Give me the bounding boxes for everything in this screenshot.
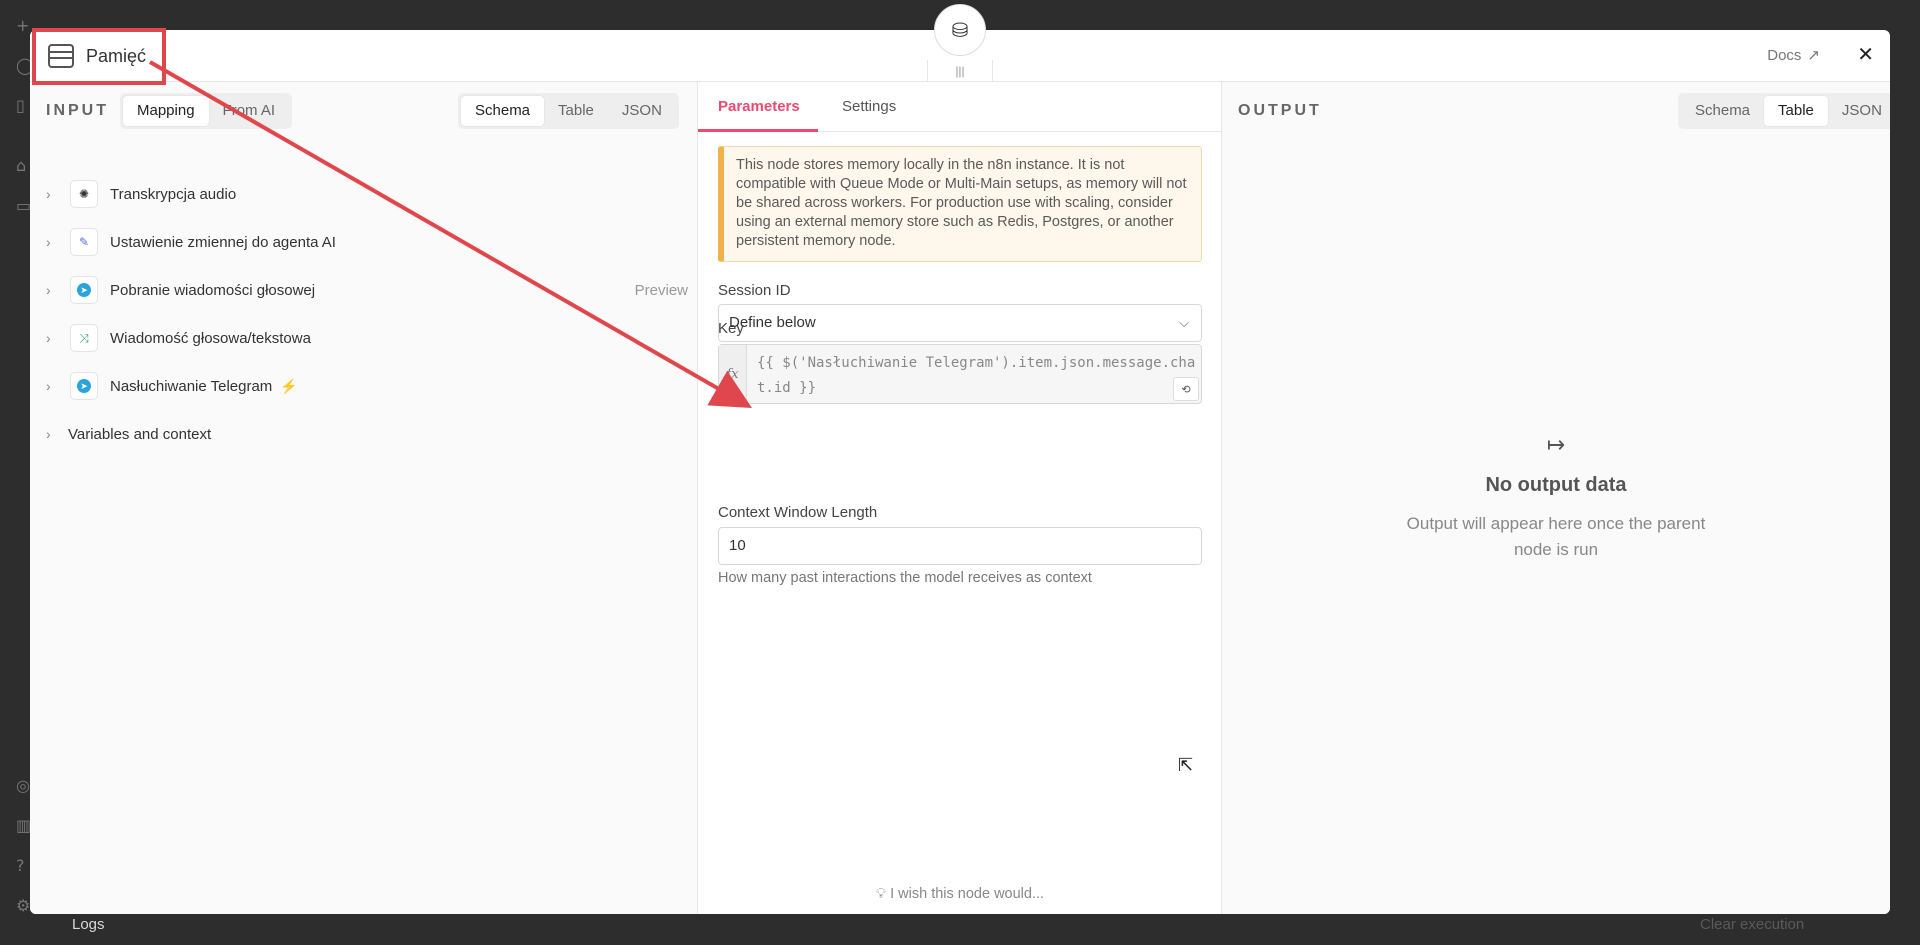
- edit-icon: ✎: [70, 228, 98, 256]
- chevron-right-icon[interactable]: ›: [46, 234, 51, 250]
- session-id-label: Session ID: [718, 282, 791, 299]
- input-schema-tab[interactable]: Schema: [461, 96, 545, 126]
- tree-row[interactable]: › ➤ Nasłuchiwanie Telegram ⚡: [30, 362, 698, 410]
- active-tab-indicator: [698, 129, 818, 132]
- output-panel: OUTPUT Schema Table JSON ↦ No output dat…: [1222, 82, 1890, 914]
- openai-icon: ✺: [70, 180, 98, 208]
- memory-node-icon: ⛁: [934, 4, 986, 56]
- node-label: Pobranie wiadomości głosowej: [110, 281, 316, 299]
- node-label: Transkrypcja audio: [110, 185, 237, 203]
- output-label: OUTPUT: [1238, 102, 1322, 119]
- trigger-bolt-icon: ⚡: [280, 377, 298, 394]
- empty-output: ↦ No output data Output will appear here…: [1222, 432, 1890, 563]
- key-expression-value[interactable]: {{ $('Nasłuchiwanie Telegram').item.json…: [757, 351, 1197, 401]
- node-label: Wiadomość głosowa/tekstowa: [110, 329, 311, 347]
- logs-label[interactable]: Logs: [72, 916, 105, 933]
- params-tabs: Parameters Settings: [698, 82, 1222, 132]
- output-json-tab[interactable]: JSON: [1828, 96, 1890, 126]
- context-window-hint: How many past interactions the model rec…: [718, 570, 1092, 586]
- tree-row[interactable]: › ➤ Pobranie wiadomości głosowej Preview: [30, 266, 698, 314]
- context-window-label: Context Window Length: [718, 504, 878, 521]
- expand-icon[interactable]: ⟲: [1173, 377, 1199, 401]
- switch-icon: ⤨: [70, 324, 98, 352]
- empty-output-subtitle: Output will appear here once the parent …: [1406, 514, 1706, 559]
- telegram-icon: ➤: [70, 276, 98, 304]
- tree-row[interactable]: › ✺ Transkrypcja audio: [30, 170, 698, 218]
- mouse-cursor-icon: ⇱: [1178, 755, 1194, 775]
- input-table-tab[interactable]: Table: [544, 96, 608, 126]
- chevron-right-icon[interactable]: ›: [46, 378, 51, 394]
- key-expression-field[interactable]: fx {{ $('Nasłuchiwanie Telegram').item.j…: [718, 344, 1202, 404]
- chevron-right-icon[interactable]: ›: [46, 186, 51, 202]
- annotation-highlight-box: [32, 28, 166, 85]
- node-label: Nasłuchiwanie Telegram ⚡: [110, 377, 298, 395]
- chevron-right-icon[interactable]: ›: [46, 282, 51, 298]
- from-ai-tab[interactable]: From AI: [209, 96, 290, 126]
- input-node-tree: › ✺ Transkrypcja audio › ✎ Ustawienie zm…: [30, 170, 698, 458]
- preview-label[interactable]: Preview: [635, 282, 688, 299]
- external-link-icon: ↗: [1807, 47, 1820, 64]
- key-label: Key: [718, 320, 744, 337]
- tree-row[interactable]: › ⤨ Wiadomość głosowa/tekstowa: [30, 314, 698, 362]
- wish-text[interactable]: I wish this node would...: [890, 886, 1044, 902]
- feedback-link[interactable]: 💡︎ I wish this node would...: [698, 886, 1222, 902]
- logs-bar: [0, 912, 1920, 945]
- output-schema-tab[interactable]: Schema: [1681, 96, 1764, 126]
- input-panel: INPUT Mapping From AI Schema Table JSON …: [30, 82, 698, 914]
- input-view-toggle: Schema Table JSON: [458, 93, 679, 129]
- telegram-icon: ➤: [70, 372, 98, 400]
- node-label: Ustawienie zmiennej do agenta AI: [110, 233, 336, 251]
- chevron-right-icon[interactable]: ›: [46, 330, 51, 346]
- close-icon[interactable]: ✕: [1857, 42, 1874, 67]
- fx-icon: fx: [719, 345, 747, 403]
- lightbulb-icon: 💡︎: [875, 886, 887, 902]
- docs-link[interactable]: Docs ↗: [1767, 46, 1820, 65]
- parameters-panel: Parameters Settings This node stores mem…: [698, 82, 1222, 914]
- docs-label[interactable]: Docs: [1767, 47, 1801, 64]
- session-id-select[interactable]: Define below ⌵: [718, 304, 1202, 342]
- node-details-modal: Pamięć Docs ↗ ✕ INPUT Mapping From AI Sc…: [30, 30, 1890, 914]
- input-json-tab[interactable]: JSON: [608, 96, 676, 126]
- mapping-tab[interactable]: Mapping: [123, 96, 209, 126]
- tree-row[interactable]: › ✎ Ustawienie zmiennej do agenta AI: [30, 218, 698, 266]
- variables-label: Variables and context: [68, 425, 212, 443]
- tab-parameters[interactable]: Parameters: [718, 98, 800, 115]
- tab-settings[interactable]: Settings: [842, 98, 896, 115]
- clear-execution-button[interactable]: Clear execution: [1700, 916, 1804, 933]
- context-window-input[interactable]: 10: [718, 527, 1202, 565]
- output-table-tab[interactable]: Table: [1764, 96, 1828, 126]
- chevron-down-icon: ⌵: [1179, 315, 1189, 330]
- empty-output-title: No output data: [1485, 474, 1627, 496]
- input-label: INPUT: [46, 102, 109, 119]
- tree-row[interactable]: › Variables and context: [30, 410, 698, 458]
- input-mode-toggle: Mapping From AI: [120, 93, 293, 129]
- memory-warning-notice: This node stores memory locally in the n…: [718, 146, 1202, 262]
- arrow-right-to-line-icon: ↦: [1546, 432, 1566, 457]
- chevron-right-icon[interactable]: ›: [46, 426, 51, 442]
- output-view-toggle: Schema Table JSON: [1678, 93, 1890, 129]
- drag-handle[interactable]: |||: [927, 60, 993, 82]
